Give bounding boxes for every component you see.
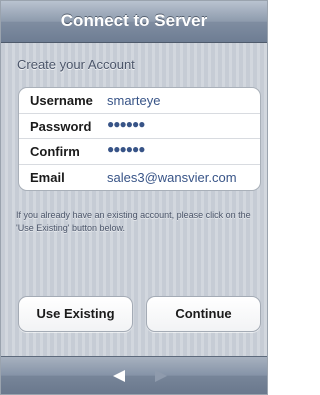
password-field[interactable]: ●●●●●●	[107, 117, 145, 131]
password-row[interactable]: Password ●●●●●●	[19, 114, 260, 139]
username-label: Username	[30, 93, 93, 108]
page-title: Connect to Server	[60, 11, 208, 30]
app-window: Connect to Server Create your Account Us…	[0, 0, 268, 395]
confirm-row[interactable]: Confirm ●●●●●●	[19, 139, 260, 165]
continue-button[interactable]: Continue	[146, 296, 261, 332]
confirm-label: Confirm	[30, 144, 80, 159]
forward-arrow-icon[interactable]	[153, 369, 169, 383]
email-label: Email	[30, 169, 65, 185]
account-form: Username smarteye Password ●●●●●● Confir…	[18, 87, 261, 191]
back-arrow-icon[interactable]	[111, 369, 127, 383]
use-existing-button[interactable]: Use Existing	[18, 296, 133, 332]
password-label: Password	[30, 118, 92, 134]
bottom-toolbar	[1, 356, 267, 394]
section-header: Create your Account	[17, 57, 135, 72]
username-field[interactable]: smarteye	[107, 93, 160, 108]
username-row[interactable]: Username smarteye	[19, 88, 260, 114]
email-field[interactable]: sales3@wansvier.com	[107, 170, 237, 185]
email-row[interactable]: Email sales3@wansvier.com	[19, 165, 260, 191]
navigation-bar: Connect to Server	[1, 1, 267, 43]
info-text: If you already have an existing account,…	[16, 210, 251, 233]
confirm-password-field[interactable]: ●●●●●●	[107, 142, 145, 156]
